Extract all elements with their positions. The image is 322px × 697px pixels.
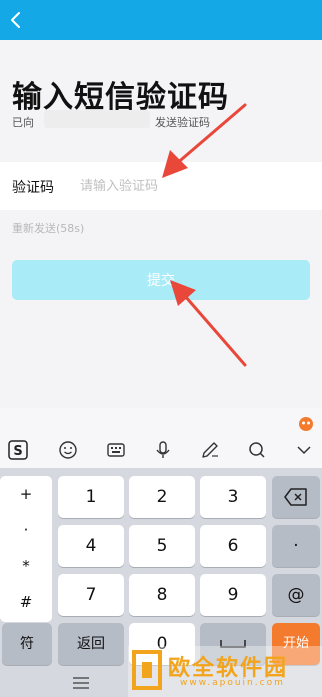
symbol-key[interactable]: * [0,548,52,584]
code-label: 验证码 [12,180,54,196]
symbol-key[interactable]: · [0,512,52,548]
backspace-icon [284,488,307,506]
keyboard-icon[interactable] [106,440,126,460]
digit-key-8[interactable]: 8 [129,574,195,616]
return-key[interactable]: 返回 [58,623,124,665]
backspace-key[interactable] [272,476,320,518]
svg-text:S: S [13,444,22,459]
digit-key-9[interactable]: 9 [200,574,266,616]
verification-code-row: 验证码 [0,162,322,210]
menu-icon[interactable] [72,676,90,690]
digit-key-2[interactable]: 2 [129,476,195,518]
chevron-down-icon[interactable] [294,440,314,460]
symbol-key[interactable]: + [0,476,52,512]
submit-button[interactable]: 提交 [12,260,310,300]
symbols-key[interactable]: 符 [2,623,52,665]
digit-key-7[interactable]: 7 [58,574,124,616]
code-input[interactable] [80,176,280,196]
mascot-icon[interactable] [298,416,314,432]
sent-suffix-text: 发送验证码 [155,116,210,129]
at-key[interactable]: @ [272,574,320,616]
dot-key[interactable]: · [272,525,320,567]
sent-prefix-text: 已向 [12,116,34,129]
masked-phone-number [44,110,150,128]
digit-key-5[interactable]: 5 [129,525,195,567]
symbol-column: + · * # [0,476,52,622]
watermark-logo-icon [132,650,162,690]
digit-key-6[interactable]: 6 [200,525,266,567]
emoji-icon[interactable] [58,440,78,460]
symbol-key[interactable]: # [0,584,52,620]
search-icon[interactable] [247,440,267,460]
watermark: 欧全软件园 www.apouin.com [128,646,322,697]
digit-key-1[interactable]: 1 [58,476,124,518]
digit-key-3[interactable]: 3 [200,476,266,518]
watermark-url: www.apouin.com [180,678,285,688]
resend-countdown: 重新发送(58s) [12,222,85,235]
chevron-left-icon[interactable] [6,10,26,30]
keyboard-toolbar: S [0,408,322,468]
top-bar [0,0,322,40]
microphone-icon[interactable] [153,440,173,460]
sogou-logo-icon[interactable]: S [8,440,28,460]
digit-key-4[interactable]: 4 [58,525,124,567]
handwriting-icon[interactable] [200,440,220,460]
